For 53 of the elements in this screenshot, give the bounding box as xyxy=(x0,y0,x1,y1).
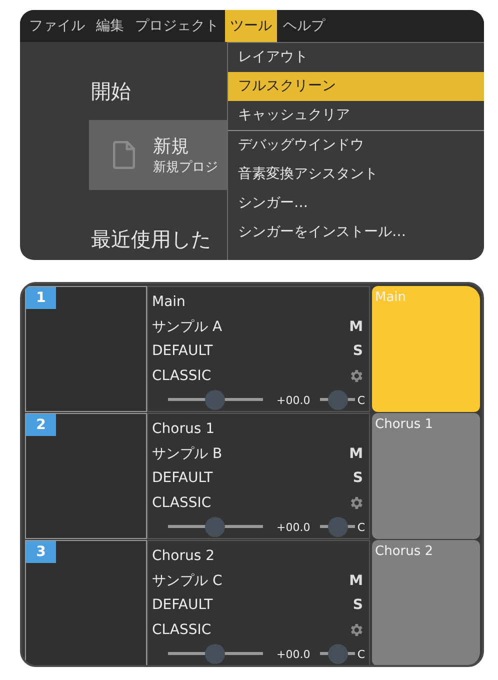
menu-item[interactable]: フルスクリーン xyxy=(228,72,484,101)
phonemizer-name[interactable]: DEFAULT xyxy=(152,343,213,360)
track-number: 3 xyxy=(26,541,56,563)
menu-item[interactable]: レイアウト xyxy=(228,43,484,72)
menu-item[interactable]: プロジェクト xyxy=(130,10,224,42)
mute-button[interactable]: M xyxy=(349,446,363,462)
track-name[interactable]: Main xyxy=(152,294,186,310)
track-name[interactable]: Chorus 1 xyxy=(152,421,214,438)
section-heading: 開始 xyxy=(91,78,131,105)
renderer-name[interactable]: CLASSIC xyxy=(152,368,212,384)
solo-button[interactable]: S xyxy=(352,597,363,614)
phonemizer-name[interactable]: DEFAULT xyxy=(152,597,213,614)
section-heading: 最近使用した xyxy=(91,226,211,253)
menu-item[interactable]: ファイル xyxy=(20,10,90,42)
card-title: 新規 xyxy=(153,135,190,158)
menu-item[interactable]: ツール xyxy=(225,10,277,42)
solo-button[interactable]: S xyxy=(352,343,363,360)
slider-thumb[interactable] xyxy=(205,517,226,537)
track-number: 2 xyxy=(26,414,56,436)
pan-reading: C xyxy=(357,520,365,534)
volume-reading: +00.0 xyxy=(276,394,310,406)
track-part[interactable]: Chorus 1 xyxy=(372,413,480,539)
track-name[interactable]: Chorus 2 xyxy=(152,548,214,564)
slider-thumb[interactable] xyxy=(205,390,226,410)
singer-name[interactable]: サンプル B xyxy=(152,444,222,463)
slider-thumb[interactable] xyxy=(328,644,348,664)
solo-button[interactable]: S xyxy=(352,470,363,486)
settings-icon[interactable] xyxy=(348,494,364,511)
mute-button[interactable]: M xyxy=(349,572,363,589)
renderer-name[interactable]: CLASSIC xyxy=(152,494,212,511)
settings-icon[interactable] xyxy=(348,368,364,384)
menu-item[interactable]: シンガーをインストール… xyxy=(228,218,484,247)
card-subtitle: 新規プロジ xyxy=(153,159,218,176)
menu-item[interactable]: ヘルプ xyxy=(278,10,330,42)
volume-reading: +00.0 xyxy=(276,520,310,534)
mute-button[interactable]: M xyxy=(349,318,363,335)
menu-item[interactable]: キャッシュクリア xyxy=(228,101,484,131)
renderer-name[interactable]: CLASSIC xyxy=(152,622,212,638)
pan-reading: C xyxy=(357,648,365,660)
phonemizer-name[interactable]: DEFAULT xyxy=(152,470,213,486)
track-part[interactable]: Chorus 2 xyxy=(372,540,480,665)
menu-item[interactable]: シンガー… xyxy=(228,189,484,218)
volume-reading: +00.0 xyxy=(276,648,310,660)
singer-name[interactable]: サンプル C xyxy=(152,572,222,590)
track-number: 1 xyxy=(26,287,56,309)
file-icon xyxy=(113,141,135,169)
slider-thumb[interactable] xyxy=(205,644,226,664)
pan-reading: C xyxy=(357,394,365,406)
menu-item[interactable]: 編集 xyxy=(91,10,129,42)
singer-name[interactable]: サンプル A xyxy=(152,318,222,336)
settings-icon[interactable] xyxy=(348,622,364,638)
slider-thumb[interactable] xyxy=(328,390,348,410)
slider-thumb[interactable] xyxy=(328,517,348,537)
